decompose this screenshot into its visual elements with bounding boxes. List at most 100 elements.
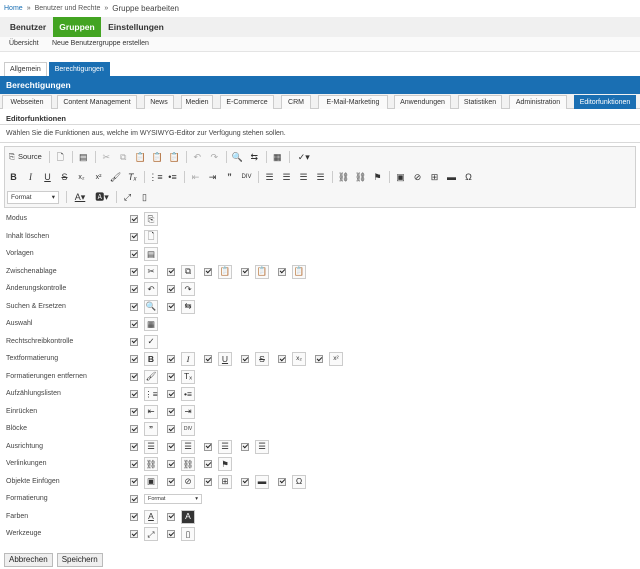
permission-checkbox[interactable]	[130, 285, 138, 293]
permission-checkbox[interactable]	[130, 512, 138, 521]
permission-checkbox[interactable]	[130, 250, 138, 258]
bold-icon[interactable]: B	[7, 170, 20, 184]
main-nav-benutzer[interactable]: Benutzer	[4, 17, 52, 37]
permission-checkbox[interactable]	[130, 425, 138, 433]
paste-text-icon[interactable]: 📋	[151, 150, 164, 164]
permission-checkbox[interactable]	[130, 407, 138, 416]
permission-checkbox[interactable]	[167, 372, 175, 381]
undo-icon[interactable]: ↶	[191, 150, 204, 164]
permission-checkbox[interactable]	[130, 442, 138, 451]
tab-berechtigungen[interactable]: Berechtigungen	[48, 62, 110, 76]
find-icon[interactable]: 🔍	[231, 150, 244, 164]
permission-checkbox[interactable]	[130, 477, 138, 486]
anchor-icon[interactable]: ⚑	[371, 170, 384, 184]
main-nav-gruppen[interactable]: Gruppen	[53, 17, 101, 37]
permission-checkbox[interactable]	[167, 407, 175, 416]
underline-icon[interactable]: U	[41, 170, 54, 184]
permission-checkbox[interactable]	[130, 267, 138, 276]
permission-checkbox[interactable]	[167, 425, 175, 433]
templates-icon[interactable]: ▤	[77, 150, 90, 164]
permission-tab-5[interactable]: CRM	[281, 95, 311, 109]
maximize-icon[interactable]: ⤢	[121, 190, 134, 204]
unlink-icon[interactable]: ⛓	[354, 170, 367, 184]
permission-checkbox[interactable]	[167, 390, 175, 398]
permission-checkbox[interactable]	[130, 215, 138, 223]
permission-checkbox[interactable]	[130, 495, 138, 503]
permission-checkbox[interactable]	[130, 320, 138, 328]
justify-icon[interactable]: ☰	[314, 170, 327, 184]
cancel-button[interactable]: Abbrechen	[4, 553, 53, 567]
breadcrumb-parent-link[interactable]: Benutzer und Rechte	[35, 5, 101, 12]
permission-checkbox[interactable]	[130, 372, 138, 381]
subscript-icon[interactable]: x₂	[75, 170, 88, 184]
permission-checkbox[interactable]	[167, 477, 175, 486]
sub-nav-overview[interactable]: Übersicht	[9, 40, 39, 47]
sub-nav-create-group[interactable]: Neue Benutzergruppe erstellen	[52, 40, 149, 47]
permission-checkbox[interactable]	[167, 512, 175, 521]
permission-checkbox[interactable]	[204, 460, 212, 468]
copy-icon[interactable]: ⧉	[117, 150, 130, 164]
permission-checkbox[interactable]	[130, 390, 138, 398]
permission-checkbox[interactable]	[204, 442, 212, 451]
permission-checkbox[interactable]	[167, 285, 175, 293]
permission-checkbox[interactable]	[204, 477, 212, 486]
permission-checkbox[interactable]	[130, 460, 138, 468]
permission-tab-10[interactable]: Editorfunktionen	[574, 95, 636, 109]
spellcheck-icon[interactable]: ✓▾	[294, 150, 314, 164]
copy-format-icon[interactable]: 🖌	[109, 170, 122, 184]
paste-icon[interactable]: 📋	[134, 150, 147, 164]
show-blocks-icon[interactable]: ▯	[138, 190, 151, 204]
permission-checkbox[interactable]	[167, 530, 175, 538]
cut-icon[interactable]: ✂	[100, 150, 113, 164]
horizontal-rule-icon[interactable]: ▬	[445, 170, 458, 184]
permission-checkbox[interactable]	[130, 232, 138, 241]
permission-checkbox[interactable]	[241, 477, 249, 486]
main-nav-einstellungen[interactable]: Einstellungen	[103, 17, 169, 37]
save-button[interactable]: Speichern	[56, 553, 103, 567]
permission-checkbox[interactable]	[130, 302, 138, 311]
permission-tab-6[interactable]: E-Mail-Marketing	[318, 95, 388, 109]
table-icon[interactable]: ⊞	[428, 170, 441, 184]
italic-icon[interactable]: I	[24, 170, 37, 184]
permission-tab-3[interactable]: Medien	[181, 95, 213, 109]
text-color-icon[interactable]: A▾	[71, 190, 89, 204]
outdent-icon[interactable]: ⇤	[189, 170, 202, 184]
link-icon[interactable]: ⛓	[337, 170, 350, 184]
permission-tab-1[interactable]: Content Management	[57, 95, 137, 109]
permission-tab-7[interactable]: Anwendungen	[394, 95, 451, 109]
format-select[interactable]: Format ▾	[144, 494, 202, 504]
permission-tab-0[interactable]: Webseiten	[2, 95, 52, 109]
special-char-icon[interactable]: Ω	[462, 170, 475, 184]
redo-icon[interactable]: ↷	[208, 150, 221, 164]
permission-checkbox[interactable]	[241, 267, 249, 276]
permission-tab-4[interactable]: E-Commerce	[220, 95, 274, 109]
permission-checkbox[interactable]	[204, 267, 212, 276]
toolbar-source-button[interactable]: ⎘ Source	[7, 150, 44, 164]
align-center-icon[interactable]: ☰	[280, 170, 293, 184]
permission-checkbox[interactable]	[130, 337, 138, 346]
bg-color-icon[interactable]: 🅰▾	[93, 190, 111, 204]
permission-checkbox[interactable]	[204, 355, 212, 363]
creatediv-icon[interactable]: DIV	[240, 170, 253, 184]
permission-checkbox[interactable]	[167, 267, 175, 276]
permission-checkbox[interactable]	[130, 530, 138, 538]
permission-checkbox[interactable]	[278, 477, 286, 486]
numbered-list-icon[interactable]: ⋮≡	[148, 170, 162, 184]
permission-tab-9[interactable]: Administration	[509, 95, 567, 109]
breadcrumb-home-link[interactable]: Home	[4, 5, 23, 12]
superscript-icon[interactable]: x²	[92, 170, 105, 184]
flash-icon[interactable]: ⊘	[411, 170, 424, 184]
permission-checkbox[interactable]	[241, 442, 249, 451]
select-all-icon[interactable]: ▦	[271, 150, 284, 164]
align-left-icon[interactable]: ☰	[263, 170, 276, 184]
permission-checkbox[interactable]	[278, 267, 286, 276]
permission-checkbox[interactable]	[315, 355, 323, 363]
new-page-icon[interactable]: 🗋	[54, 150, 67, 164]
permission-checkbox[interactable]	[167, 442, 175, 451]
replace-icon[interactable]: ⇆	[248, 150, 261, 164]
remove-format-icon[interactable]: Tₓ	[126, 170, 139, 184]
permission-tab-8[interactable]: Statistiken	[458, 95, 502, 109]
paste-word-icon[interactable]: 📋	[168, 150, 181, 164]
format-select[interactable]: Format ▾	[7, 190, 59, 204]
permission-checkbox[interactable]	[278, 355, 286, 363]
